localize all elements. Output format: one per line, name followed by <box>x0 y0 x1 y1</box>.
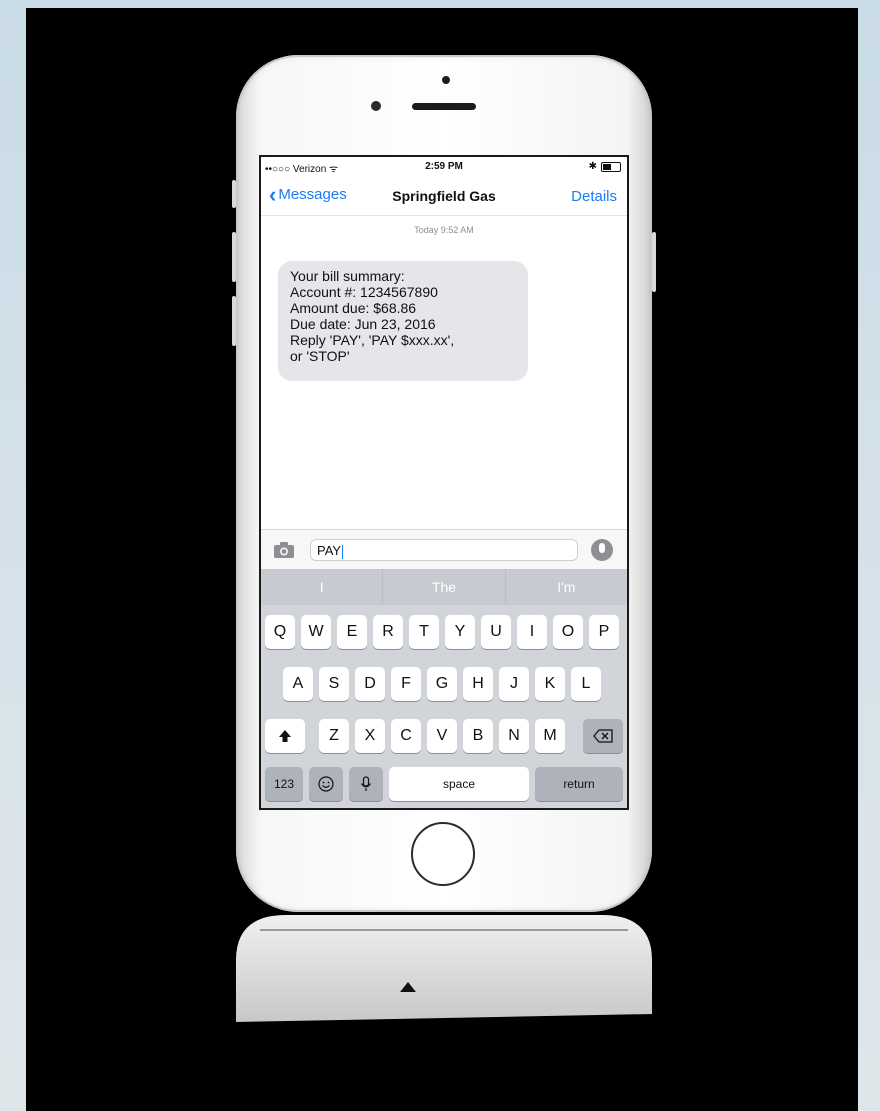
key-q[interactable]: Q <box>265 615 295 649</box>
suggestion-1[interactable]: I <box>261 569 384 605</box>
key-p[interactable]: P <box>589 615 619 649</box>
microphone-icon <box>361 776 371 791</box>
status-right: ✱ <box>589 161 621 172</box>
message-input[interactable]: PAY <box>310 539 578 561</box>
key-o[interactable]: O <box>553 615 583 649</box>
text-caret <box>342 544 344 559</box>
key-e[interactable]: E <box>337 615 367 649</box>
key-r[interactable]: R <box>373 615 403 649</box>
key-n[interactable]: N <box>499 719 529 753</box>
key-x[interactable]: X <box>355 719 385 753</box>
message-line: Reply 'PAY', 'PAY $xxx.xx', <box>290 332 455 348</box>
volume-down-button <box>232 296 236 346</box>
key-d[interactable]: D <box>355 667 385 701</box>
phone-screen: ••○○○ Verizon ᯤ 2:59 PM ✱ ‹ Messages Spr… <box>259 155 629 810</box>
message-line: Account #: 1234567890 <box>290 284 438 300</box>
incoming-message-bubble[interactable]: Your bill summary: Account #: 1234567890… <box>278 261 528 381</box>
key-h[interactable]: H <box>463 667 493 701</box>
key-c[interactable]: C <box>391 719 421 753</box>
dictation-mic-icon[interactable] <box>591 539 613 561</box>
emoji-icon <box>318 776 334 792</box>
mute-switch <box>232 180 236 208</box>
camera-icon[interactable] <box>273 540 295 560</box>
home-button[interactable] <box>411 822 475 886</box>
back-button[interactable]: ‹ Messages <box>269 181 347 207</box>
proximity-sensor <box>442 76 450 84</box>
battery-icon <box>601 161 621 172</box>
shift-key[interactable] <box>265 719 305 753</box>
key-s[interactable]: S <box>319 667 349 701</box>
message-timestamp: Today 9:52 AM <box>414 225 474 235</box>
key-g[interactable]: G <box>427 667 457 701</box>
key-v[interactable]: V <box>427 719 457 753</box>
key-y[interactable]: Y <box>445 615 475 649</box>
keyboard: I The I'm Q W E R T Y U I O P A S D F G … <box>261 569 627 808</box>
dictation-key[interactable] <box>349 767 383 801</box>
numbers-key[interactable]: 123 <box>265 767 303 801</box>
chevron-left-icon: ‹ <box>269 181 277 207</box>
key-l[interactable]: L <box>571 667 601 701</box>
front-camera <box>371 101 381 111</box>
message-line: Your bill summary: <box>290 268 405 284</box>
key-z[interactable]: Z <box>319 719 349 753</box>
predictive-bar: I The I'm <box>261 569 627 605</box>
earpiece-speaker <box>412 103 476 110</box>
compose-bar: PAY <box>261 529 627 570</box>
volume-up-button <box>232 232 236 282</box>
message-line: Amount due: $68.86 <box>290 300 417 316</box>
nav-bar: ‹ Messages Springfield Gas Details <box>261 177 627 216</box>
key-k[interactable]: K <box>535 667 565 701</box>
power-button <box>652 232 656 292</box>
key-j[interactable]: J <box>499 667 529 701</box>
delete-key[interactable] <box>583 719 623 753</box>
return-key[interactable]: return <box>535 767 623 801</box>
message-line: or 'STOP' <box>290 348 350 364</box>
key-u[interactable]: U <box>481 615 511 649</box>
emoji-key[interactable] <box>309 767 343 801</box>
bluetooth-icon: ✱ <box>588 161 597 172</box>
shift-arrow-icon <box>279 729 291 742</box>
key-b[interactable]: B <box>463 719 493 753</box>
suggestion-3[interactable]: I'm <box>506 569 627 605</box>
message-line: Due date: Jun 23, 2016 <box>290 316 436 332</box>
key-t[interactable]: T <box>409 615 439 649</box>
key-m[interactable]: M <box>535 719 565 753</box>
backspace-icon <box>593 729 613 743</box>
status-time: 2:59 PM <box>425 161 463 172</box>
key-i[interactable]: I <box>517 615 547 649</box>
suggestion-2[interactable]: The <box>383 569 506 605</box>
details-button[interactable]: Details <box>571 188 617 205</box>
back-label: Messages <box>278 186 347 203</box>
key-a[interactable]: A <box>283 667 313 701</box>
key-f[interactable]: F <box>391 667 421 701</box>
message-input-text: PAY <box>317 543 342 558</box>
status-bar: ••○○○ Verizon ᯤ 2:59 PM ✱ <box>261 157 627 177</box>
space-key[interactable]: space <box>389 767 529 801</box>
key-w[interactable]: W <box>301 615 331 649</box>
